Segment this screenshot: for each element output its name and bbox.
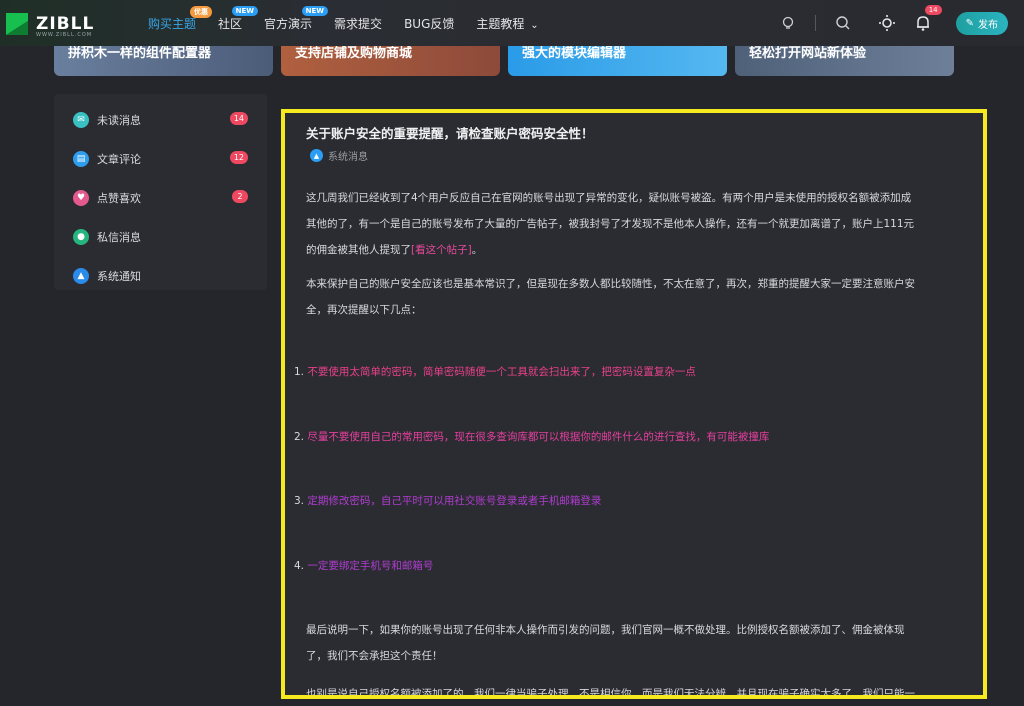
paragraph-text: 。 <box>471 244 483 256</box>
paragraph-line: 全，再次提醒以下几点： <box>306 304 422 316</box>
post-link[interactable]: [看这个帖子] <box>411 244 472 256</box>
list-number: 3. <box>294 495 305 507</box>
paragraph-line: 本来保护自己的账户安全应该也是基本常识了，但是现在多数人都比较随性，不太在意了，… <box>306 278 915 290</box>
list-number: 4. <box>294 560 305 572</box>
heart-icon: ♥ <box>73 189 89 206</box>
nav-item-label: 主题教程 <box>476 16 525 31</box>
bell-icon: ▲ <box>310 149 323 162</box>
paragraph: 最后说明一下，如果你的账号出现了任何非本人操作而引发的问题，我们官网一概不做处理… <box>306 617 946 669</box>
bell-icon[interactable]: 14 <box>914 5 942 32</box>
nav-item-community[interactable]: 社区 NEW <box>218 5 259 32</box>
lightbulb-icon[interactable] <box>779 14 797 32</box>
logo-text: ZIBLL <box>36 14 95 34</box>
paragraph-line: 最后说明一下，如果你的账号出现了任何非本人操作而引发的问题，我们官网一概不做处理… <box>306 624 905 636</box>
envelope-icon: ✉ <box>73 111 89 128</box>
nav-item-tutorials[interactable]: 主题教程 ⌄ <box>476 15 538 32</box>
list-text: 尽量不要使用自己的常用密码，现在很多查询库都可以根据你的邮件什么的进行查找，有可… <box>307 431 770 443</box>
list-text: 定期修改密码，自己平时可以用社交账号登录或者手机邮箱登录 <box>307 495 602 507</box>
count-badge: 14 <box>229 112 248 125</box>
header-tools: 14 ✎ 发布 <box>761 0 1008 46</box>
site-logo[interactable]: ZIBLL WWW.ZIBLL.COM <box>4 8 94 40</box>
nav-badge: NEW <box>231 5 259 16</box>
paragraph-line: 其他的了，有一个是自己的账号发布了大量的广告帖子，被我封号了才发现不是他本人操作… <box>306 218 915 230</box>
list-text: 一定要绑定手机号和邮箱号 <box>307 560 434 572</box>
nav-badge: NEW <box>301 5 329 16</box>
paragraph-text: 的佣金被其他人提现了 <box>306 244 411 256</box>
nav-item-label: 社区 <box>218 16 243 31</box>
notification-count-badge: 14 <box>924 5 942 15</box>
paragraph-line: 这几周我们已经收到了4个用户反应自己在官网的账号出现了异常的变化，疑似账号被盗。… <box>306 192 912 204</box>
sidebar-item-system-notice[interactable]: ▲ 系统通知 <box>54 256 267 295</box>
publish-label: 发布 <box>978 19 998 31</box>
nav-item-bug-report[interactable]: BUG反馈 <box>404 15 454 32</box>
sidebar-item-likes[interactable]: ♥ 点赞喜欢 2 <box>54 178 267 217</box>
sidebar-item-label: 私信消息 <box>97 230 141 244</box>
sidebar-item-label: 系统通知 <box>97 269 141 283</box>
nav-item-requests[interactable]: 需求提交 <box>334 15 382 32</box>
top-navbar: ZIBLL WWW.ZIBLL.COM 购买主题 优惠 社区 NEW 官方演示 … <box>0 0 1024 46</box>
message-detail-panel: 关于账户安全的重要提醒，请检查账户密码安全性！ ▲ 系统消息 这几周我们已经收到… <box>281 109 987 699</box>
list-item: 1. 不要使用太简单的密码，简单密码随便一个工具就会扫出来了，把密码设置复杂一点 <box>294 364 696 379</box>
list-item: 3. 定期修改密码，自己平时可以用社交账号登录或者手机邮箱登录 <box>294 493 601 508</box>
paragraph-line: 了，我们不会承担这个责任！ <box>306 650 443 662</box>
paragraph: 这几周我们已经收到了4个用户反应自己在官网的账号出现了异常的变化，疑似账号被盗。… <box>306 185 946 263</box>
main-nav: 购买主题 优惠 社区 NEW 官方演示 NEW 需求提交 BUG反馈 主题教程 … <box>148 0 561 46</box>
paragraph-line: 也别是说自己授权名额被添加了的，我们一律当骗子处理，不是相信你，而是我们无法分辨… <box>306 688 915 699</box>
nav-item-buy-theme[interactable]: 购买主题 优惠 <box>148 5 213 32</box>
bell-icon: ▲ <box>73 267 89 284</box>
sidebar-item-label: 文章评论 <box>97 152 141 166</box>
comment-icon: ▤ <box>73 150 89 167</box>
list-text: 不要使用太简单的密码，简单密码随便一个工具就会扫出来了，把密码设置复杂一点 <box>307 366 696 378</box>
sidebar-item-label: 点赞喜欢 <box>97 191 141 205</box>
sidebar-item-private-messages[interactable]: ● 私信消息 <box>54 217 267 256</box>
count-badge: 12 <box>229 151 248 164</box>
logo-subtext: WWW.ZIBLL.COM <box>36 32 93 38</box>
publish-button[interactable]: ✎ 发布 <box>955 11 1008 35</box>
sidebar-item-comments[interactable]: ▤ 文章评论 12 <box>54 139 267 178</box>
toolbar-divider <box>814 15 816 31</box>
theme-toggle-icon[interactable] <box>878 14 896 32</box>
paragraph-line: 的佣金被其他人提现了[看这个帖子]。 <box>306 237 946 263</box>
paragraph: 也别是说自己授权名额被添加了的，我们一律当骗子处理，不是相信你，而是我们无法分辨… <box>306 681 946 699</box>
chat-icon: ● <box>73 228 89 245</box>
list-number: 1. <box>294 366 305 378</box>
article-meta: ▲ 系统消息 <box>310 148 368 163</box>
count-badge: 2 <box>232 190 248 203</box>
list-number: 2. <box>294 431 305 443</box>
nav-item-label: BUG反馈 <box>404 16 455 31</box>
list-item: 4. 一定要绑定手机号和邮箱号 <box>294 558 433 573</box>
search-icon[interactable] <box>834 14 852 32</box>
message-sidebar: ✉ 未读消息 14 ▤ 文章评论 12 ♥ 点赞喜欢 2 ● 私信消息 ▲ 系统… <box>54 94 267 290</box>
nav-item-label: 需求提交 <box>334 16 383 31</box>
paragraph: 本来保护自己的账户安全应该也是基本常识了，但是现在多数人都比较随性，不太在意了，… <box>306 271 946 323</box>
sidebar-item-unread[interactable]: ✉ 未读消息 14 <box>54 100 267 139</box>
nav-item-label: 官方演示 <box>264 16 313 31</box>
logo-mark-icon <box>4 11 30 37</box>
chevron-down-icon: ⌄ <box>530 19 539 31</box>
article-title: 关于账户安全的重要提醒，请检查账户密码安全性！ <box>306 126 594 141</box>
list-item: 2. 尽量不要使用自己的常用密码，现在很多查询库都可以根据你的邮件什么的进行查找… <box>294 429 769 444</box>
nav-item-demo[interactable]: 官方演示 NEW <box>264 5 329 32</box>
nav-item-label: 购买主题 <box>148 16 197 31</box>
article-category[interactable]: 系统消息 <box>328 148 368 163</box>
sidebar-item-label: 未读消息 <box>97 113 141 127</box>
pencil-icon: ✎ <box>965 17 974 29</box>
nav-badge: 优惠 <box>190 5 213 18</box>
